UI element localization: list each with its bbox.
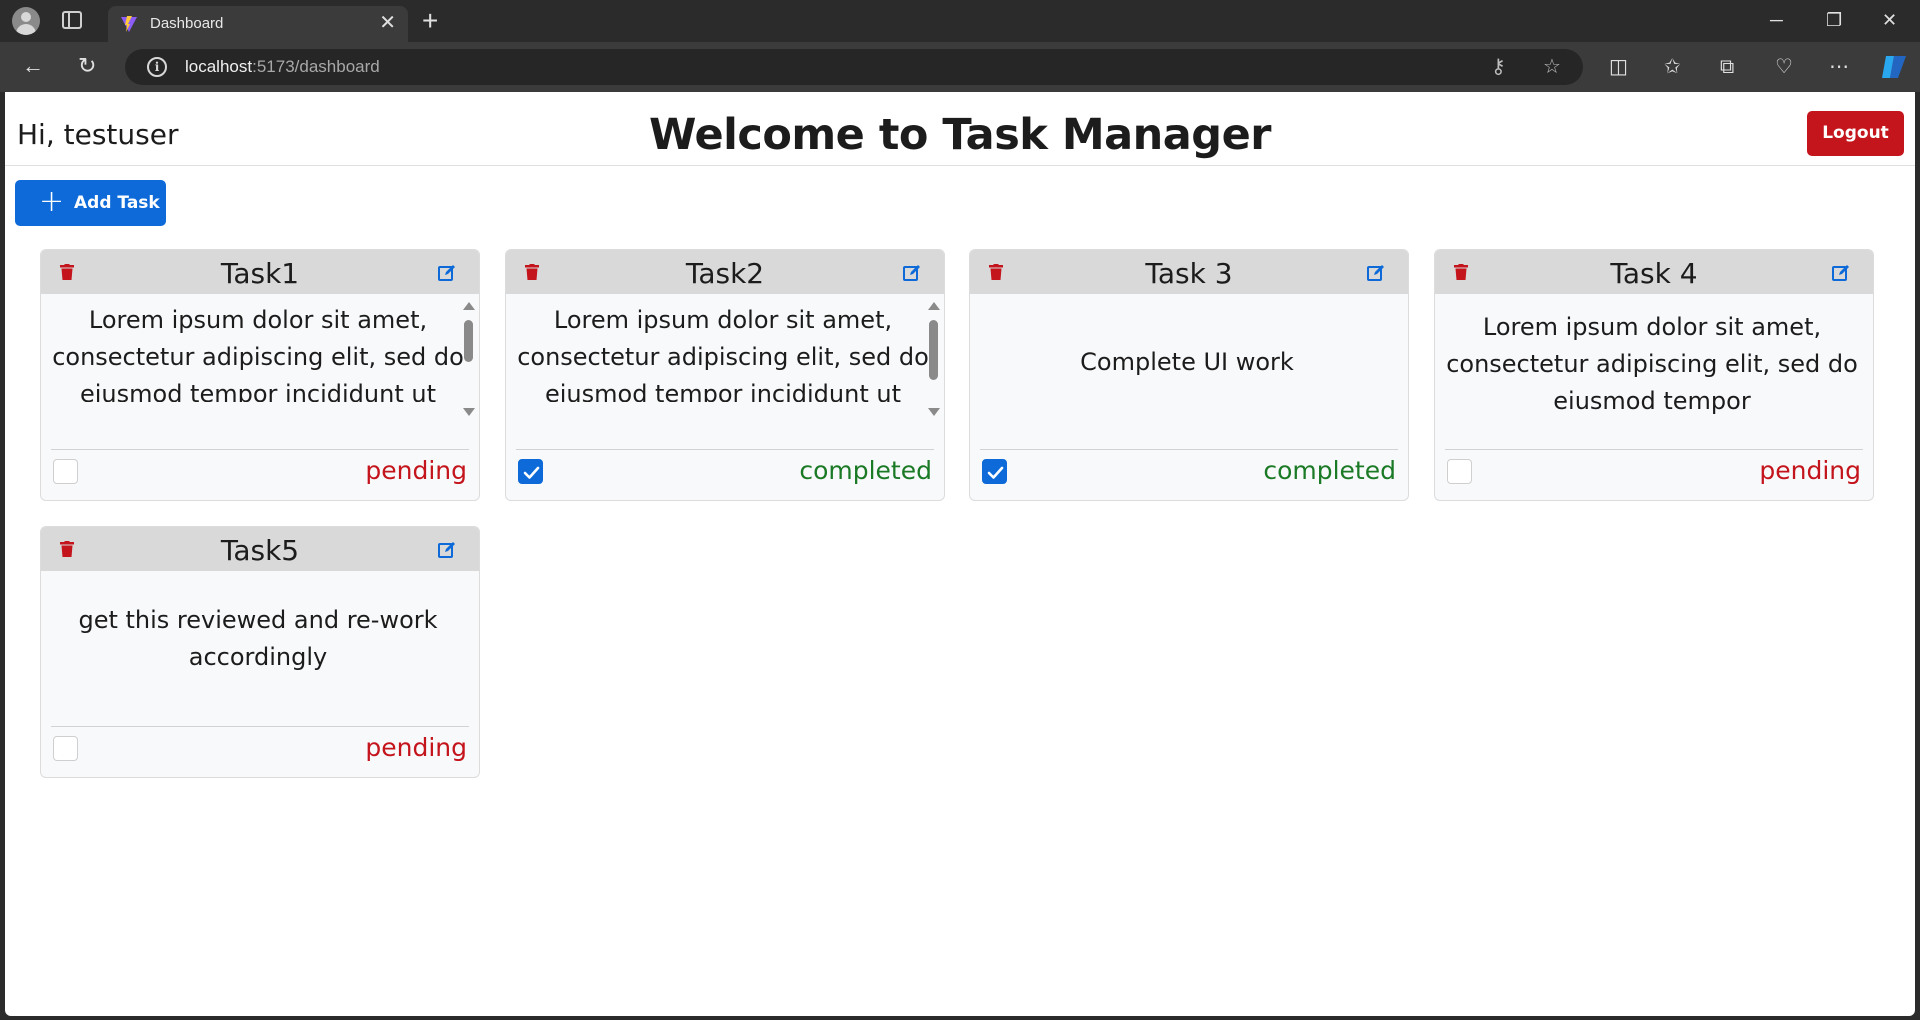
url-text[interactable]: localhost:5173/dashboard [185, 57, 380, 77]
edit-icon[interactable] [438, 541, 456, 559]
task-description: get this reviewed and re-work accordingl… [78, 606, 438, 671]
close-window-icon[interactable]: ✕ [1882, 8, 1897, 32]
card-divider [516, 449, 934, 450]
task-title: Task1 [220, 257, 300, 290]
task-checkbox[interactable] [1447, 459, 1472, 484]
task-card: Task2 Lorem ipsum dolor sit amet, consec… [505, 249, 945, 501]
browser-toolbar: ← ↻ i localhost:5173/dashboard ⚷ ☆ ◫ ✩ ⧉… [0, 42, 1920, 92]
refresh-icon[interactable]: ↻ [78, 52, 96, 80]
task-card: Task 3 Complete UI work completed [969, 249, 1409, 501]
task-title: Task 3 [1145, 257, 1233, 290]
restore-icon[interactable]: ❐ [1826, 8, 1842, 32]
browser-tab-dashboard[interactable]: Dashboard ✕ [108, 6, 408, 42]
edit-icon[interactable] [1367, 264, 1385, 282]
status-badge: pending [365, 733, 467, 762]
task-title: Task 4 [1610, 257, 1698, 290]
header-divider [5, 165, 1915, 166]
back-icon[interactable]: ← [22, 52, 44, 80]
checkmark-icon [523, 466, 540, 479]
checkmark-icon [987, 466, 1004, 479]
status-badge: pending [365, 456, 467, 485]
tab-close-icon[interactable]: ✕ [379, 12, 396, 34]
task-card-header: Task2 [506, 250, 944, 294]
key-icon[interactable]: ⚷ [1491, 55, 1506, 79]
task-checkbox[interactable] [518, 459, 543, 484]
card-divider [51, 449, 469, 450]
site-info-icon[interactable]: i [147, 57, 167, 77]
tab-actions-icon[interactable] [62, 11, 82, 29]
task-card: Task5 get this reviewed and re-work acco… [40, 526, 480, 778]
minimize-icon[interactable]: ─ [1770, 8, 1783, 32]
copilot-icon[interactable] [1880, 54, 1908, 80]
card-divider [51, 726, 469, 727]
task-checkbox[interactable] [982, 459, 1007, 484]
description-scrollbar[interactable] [461, 302, 475, 416]
task-card-header: Task 3 [970, 250, 1408, 294]
browser-essentials-icon[interactable]: ♡ [1775, 54, 1793, 80]
add-task-button[interactable]: + Add Task [15, 180, 166, 226]
task-description: Lorem ipsum dolor sit amet, consectetur … [52, 306, 464, 402]
add-task-label: Add Task [74, 193, 160, 213]
edit-icon[interactable] [903, 264, 921, 282]
vite-favicon-icon [121, 16, 137, 32]
task-card: Task1 Lorem ipsum dolor sit amet, consec… [40, 249, 480, 501]
task-description: Complete UI work [1080, 347, 1294, 376]
task-card-header: Task5 [41, 527, 479, 571]
tab-title: Dashboard [150, 15, 224, 32]
description-scrollbar[interactable] [926, 302, 940, 416]
task-card-header: Task 4 [1435, 250, 1873, 294]
profile-avatar-icon[interactable] [12, 7, 40, 35]
plus-icon: + [39, 184, 65, 219]
task-card: Task 4 Lorem ipsum dolor sit amet, conse… [1434, 249, 1874, 501]
status-badge: completed [799, 456, 932, 485]
logout-button[interactable]: Logout [1807, 111, 1904, 156]
split-screen-icon[interactable]: ◫ [1609, 54, 1628, 80]
status-badge: pending [1759, 456, 1861, 485]
dashboard-page: Hi, testuser Welcome to Task Manager Log… [5, 92, 1915, 1016]
collections-icon[interactable]: ⧉ [1720, 54, 1734, 80]
edit-icon[interactable] [1832, 264, 1850, 282]
favorites-icon[interactable]: ✩ [1664, 54, 1681, 80]
task-checkbox[interactable] [53, 736, 78, 761]
status-badge: completed [1263, 456, 1396, 485]
task-title: Task5 [220, 534, 300, 567]
new-tab-icon[interactable]: + [422, 5, 438, 37]
edit-icon[interactable] [438, 264, 456, 282]
task-checkbox[interactable] [53, 459, 78, 484]
task-card-header: Task1 [41, 250, 479, 294]
favorite-star-icon[interactable]: ☆ [1543, 55, 1561, 79]
task-description: Lorem ipsum dolor sit amet, consectetur … [1446, 312, 1858, 415]
more-options-icon[interactable]: ⋯ [1829, 54, 1849, 80]
page-title: Welcome to Task Manager [649, 110, 1271, 160]
task-description: Lorem ipsum dolor sit amet, consectetur … [517, 306, 929, 402]
card-divider [1445, 449, 1863, 450]
browser-titlebar: Dashboard ✕ + ─ ❐ ✕ [0, 0, 1920, 42]
card-divider [980, 449, 1398, 450]
task-title: Task2 [685, 257, 765, 290]
address-bar[interactable]: i localhost:5173/dashboard ⚷ ☆ [125, 49, 1583, 85]
